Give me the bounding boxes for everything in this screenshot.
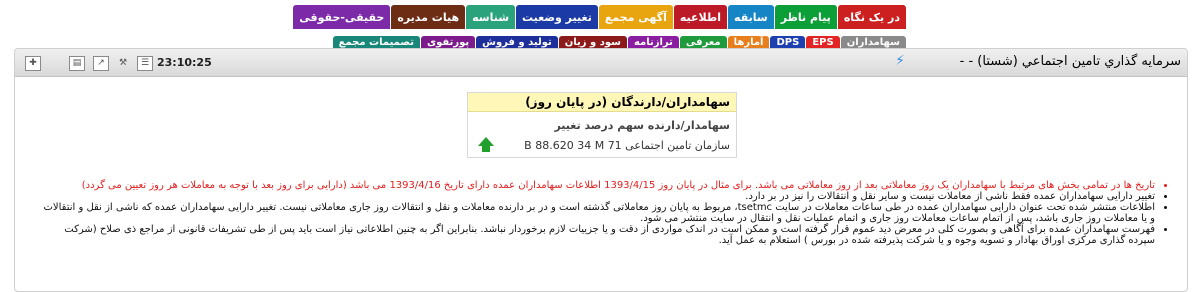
tab-top-5[interactable]: تغییر وضعیت xyxy=(516,5,598,29)
note-item: فهرست سهامداران عمده برای آگاهی و بصورت … xyxy=(37,224,1155,246)
tab-top-1[interactable]: پیام ناظر xyxy=(774,5,837,29)
shareholders-card: سهامداران/دارندگان (در پایان روز) سهامدا… xyxy=(467,92,737,158)
note-item: اطلاعات منتشر شده تحت عنوان دارایی سهامد… xyxy=(37,202,1156,224)
top-tabs-row: در یک نگاه پیام ناظر سابقه اطلاعیه آگهی مجمع… xyxy=(292,5,906,29)
notes-list: تاریخ ها در تمامی بخش های مرتبط با سهامد… xyxy=(37,180,1167,246)
tab-top-7[interactable]: هیات مدیره xyxy=(391,5,466,29)
tools-icon[interactable]: ⚒ xyxy=(115,56,131,71)
tab-top-0[interactable]: در یک نگاه xyxy=(837,5,906,29)
up-arrow-stem xyxy=(482,145,490,152)
tab-top-8[interactable]: حقیقی-حقوقی xyxy=(293,5,391,29)
tab-top-4[interactable]: آگهی مجمع xyxy=(598,5,673,29)
tab-top-3[interactable]: اطلاعیه xyxy=(673,5,728,29)
list-icon[interactable]: ☰ xyxy=(137,56,153,71)
tab-top-6[interactable]: شناسه xyxy=(466,5,516,29)
document-icon[interactable]: ▤ xyxy=(69,56,85,71)
panel-titlebar: سرمايه گذاري تامين اجتماعي (شستا) - - ⚡ … xyxy=(15,49,1187,77)
panel-title: سرمايه گذاري تامين اجتماعي (شستا) - - xyxy=(959,54,1181,69)
clock-time: 23:10:25 xyxy=(157,56,212,69)
note-item: تاریخ ها در تمامی بخش های مرتبط با سهامد… xyxy=(37,180,1155,191)
lightning-icon[interactable]: ⚡ xyxy=(895,53,905,69)
expand-icon[interactable]: ✚ xyxy=(25,56,41,71)
note-item: تغییر دارایی سهامداران عمده فقط ناشی از … xyxy=(37,191,1155,202)
shareholder-row[interactable]: سازمان تامین اجتماعی 71 B 88.620 34 M xyxy=(524,139,730,152)
card-header-row: سهامدار/دارنده سهم درصد تغییر xyxy=(554,119,730,132)
card-title: سهامداران/دارندگان (در پایان روز) xyxy=(468,93,736,112)
export-icon[interactable]: ↗ xyxy=(93,56,109,71)
shareholders-panel: سرمايه گذاري تامين اجتماعي (شستا) - - ⚡ … xyxy=(14,48,1188,292)
tab-top-2[interactable]: سابقه xyxy=(728,5,774,29)
